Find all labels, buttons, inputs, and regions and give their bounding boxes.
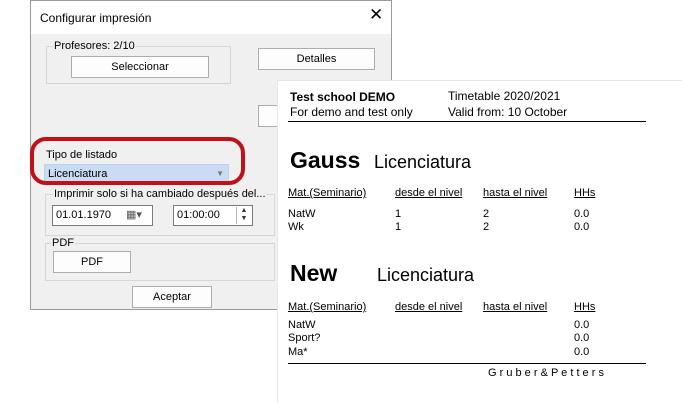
dialog-title: Configurar impresión	[40, 11, 152, 25]
aceptar-button[interactable]: Aceptar	[132, 286, 212, 308]
table-cell: 0.0	[574, 346, 590, 358]
col-header-desde: desde el nivel	[395, 187, 463, 199]
table-cell: 2	[483, 221, 490, 233]
calendar-icon[interactable]: ▦▾	[126, 206, 142, 225]
table-cell: NatW	[288, 208, 316, 220]
section-name: New	[290, 260, 338, 286]
footer-brand: G r u b e r & P e t t e r s	[488, 367, 604, 379]
col-header-desde: desde el nivel	[395, 301, 463, 313]
time-field[interactable]: 01:00:00 ▲ ▼	[173, 205, 253, 226]
section-type: Licenciatura	[377, 265, 475, 285]
col-header-materia: Mat.(Seminario)	[288, 301, 367, 313]
school-subtitle: For demo and test only	[290, 105, 413, 119]
footer-divider	[288, 363, 646, 364]
col-header-hhs: HHs	[574, 301, 596, 313]
table-cell: 2	[483, 208, 490, 220]
table-cell: 0.0	[574, 332, 590, 344]
detalles-button[interactable]: Detalles	[258, 48, 375, 70]
pdf-group-label: PDF	[51, 237, 75, 249]
date-value: 01.01.1970	[56, 209, 112, 221]
table-cell: Sport?	[288, 332, 321, 344]
col-header-hasta: hasta el nivel	[483, 187, 548, 199]
col-header-materia: Mat.(Seminario)	[288, 187, 367, 199]
table-cell: 0.0	[574, 221, 590, 233]
close-icon[interactable]: ✕	[369, 6, 383, 23]
table-cell: NatW	[288, 319, 316, 331]
table-cell: Ma*	[288, 346, 308, 358]
valid-from-label: Valid from: 10 October	[448, 105, 568, 119]
col-header-hhs: HHs	[574, 187, 596, 199]
school-name: Test school DEMO	[290, 90, 396, 104]
highlight-annotation	[30, 137, 245, 185]
imprimir-label: Imprimir solo si ha cambiado después del…	[53, 188, 267, 200]
profesores-label: Profesores: 2/10	[53, 40, 136, 52]
table-cell: 1	[395, 208, 402, 220]
header-divider	[288, 121, 646, 122]
pdf-button[interactable]: PDF	[53, 251, 131, 273]
col-header-hasta: hasta el nivel	[483, 301, 548, 313]
section-type: Licenciatura	[374, 152, 472, 172]
table-cell: Wk	[288, 221, 304, 233]
time-value: 01:00:00	[177, 209, 220, 221]
table-cell: 0.0	[574, 208, 590, 220]
table-cell: 0.0	[574, 319, 590, 331]
section-name: Gauss	[290, 147, 361, 173]
date-field[interactable]: 01.01.1970 ▦▾	[52, 205, 153, 226]
table-cell: 1	[395, 221, 402, 233]
report-preview: Test school DEMO For demo and test only …	[277, 80, 682, 403]
dialog-titlebar: Configurar impresión ✕	[31, 1, 391, 34]
timetable-label: Timetable 2020/2021	[448, 89, 561, 103]
time-spinner[interactable]: ▲ ▼	[236, 207, 251, 224]
seleccionar-button[interactable]: Seleccionar	[71, 56, 209, 78]
